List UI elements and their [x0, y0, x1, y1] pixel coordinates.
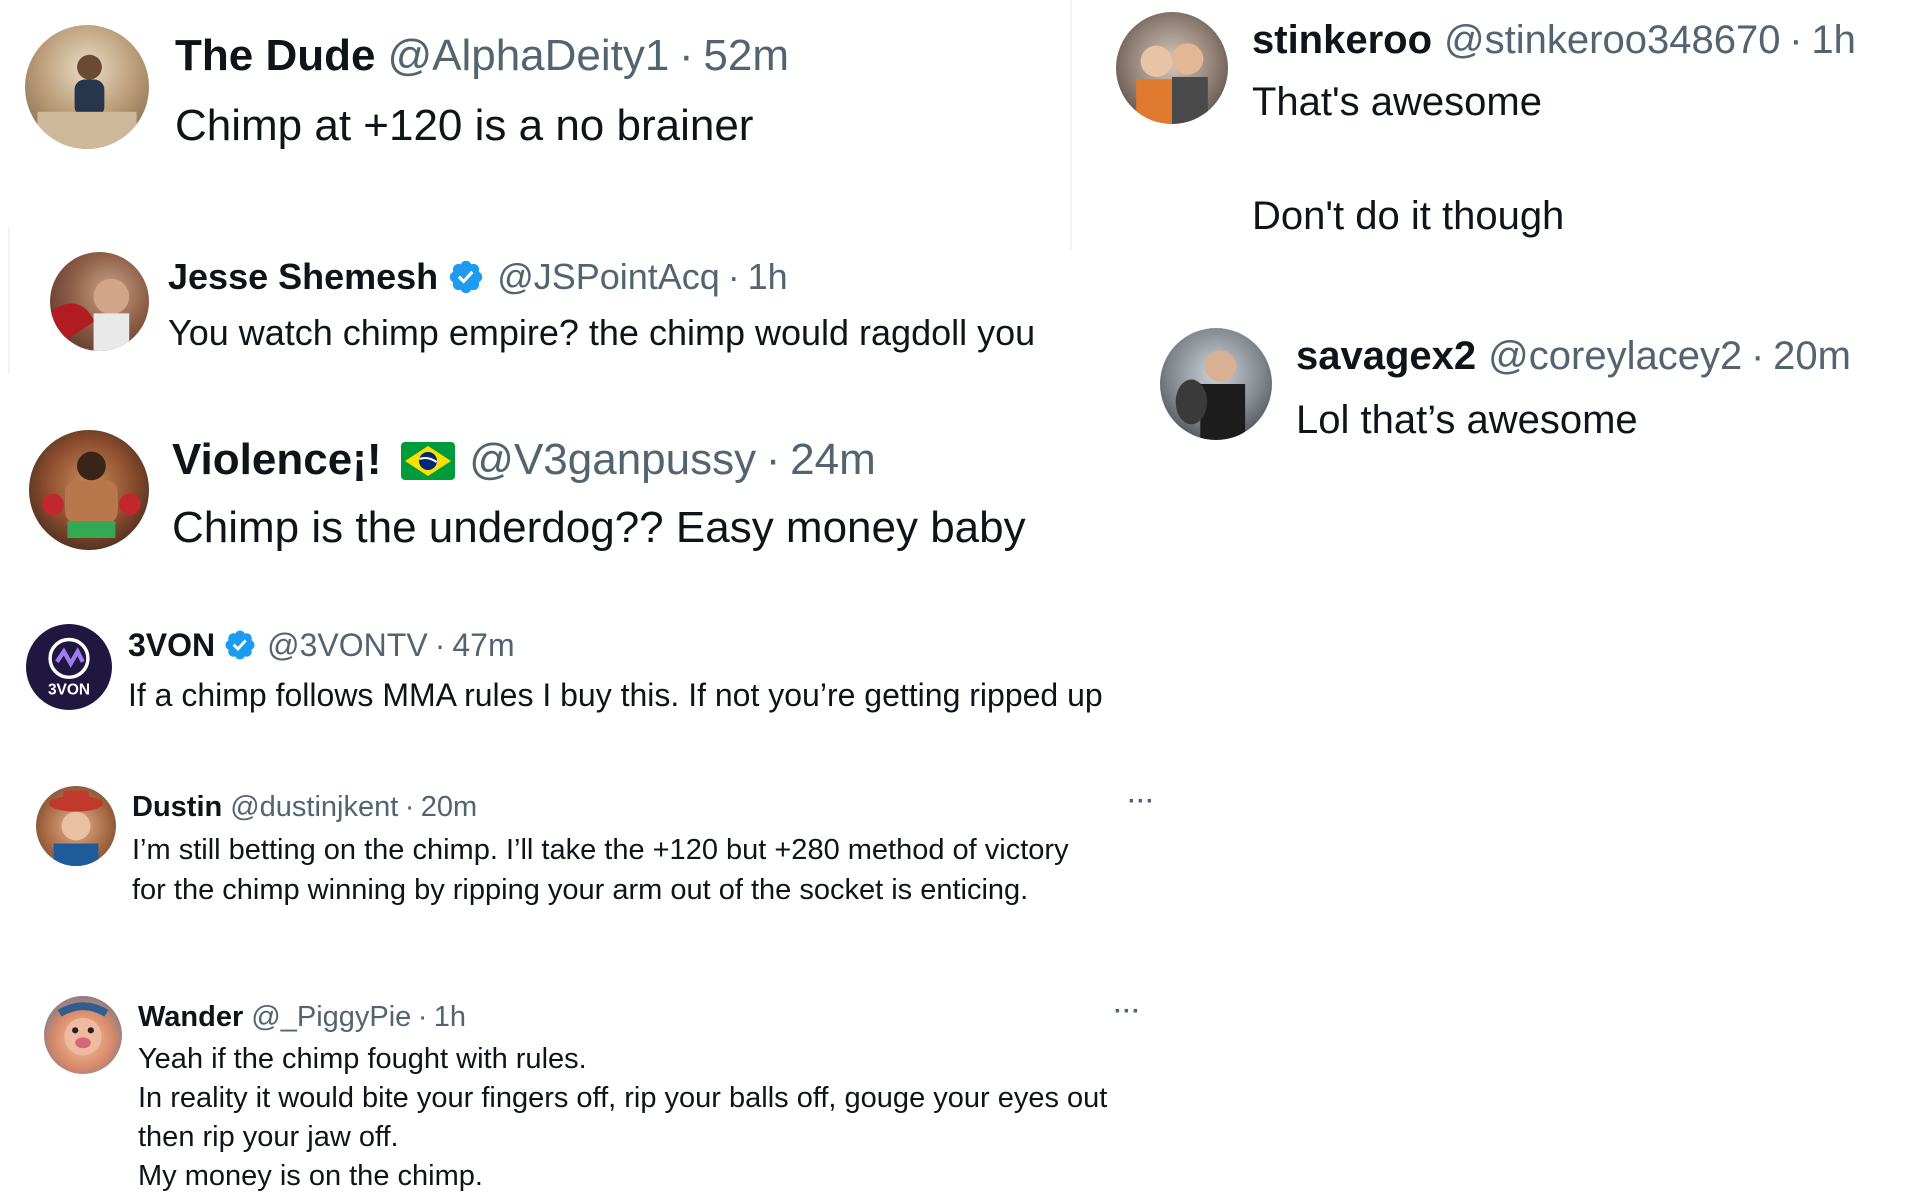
user-handle[interactable]: @dustinjkent: [230, 791, 398, 824]
timestamp[interactable]: 20m: [1773, 334, 1851, 379]
verified-badge-icon: [223, 628, 257, 662]
separator-dot: ·: [417, 1000, 428, 1033]
avatar[interactable]: [36, 786, 116, 866]
tweet-text-line: Lol that’s awesome: [1296, 398, 1638, 442]
separator-dot: ·: [765, 435, 781, 484]
user-handle[interactable]: @stinkeroo348670: [1444, 18, 1780, 63]
display-name[interactable]: Wander: [138, 1001, 243, 1034]
user-handle[interactable]: @AlphaDeity1: [387, 31, 669, 81]
tweet-text-line: In reality it would bite your fingers of…: [138, 1082, 1108, 1114]
display-name[interactable]: Violence¡!: [172, 435, 381, 485]
tweet-text: You watch chimp empire? the chimp would …: [168, 310, 1035, 356]
tweet-text: I’m still betting on the chimp. I’ll tak…: [132, 830, 1069, 910]
timestamp[interactable]: 1h: [748, 256, 788, 298]
avatar[interactable]: [44, 996, 122, 1074]
tweet-text: Chimp is the underdog?? Easy money baby: [172, 500, 1026, 556]
separator-dot: ·: [679, 31, 694, 80]
user-handle[interactable]: @JSPointAcq: [497, 256, 720, 298]
tweet-text-line: Don't do it though: [1252, 194, 1565, 238]
tweet-text-line: My money is on the chimp.: [138, 1160, 483, 1192]
avatar[interactable]: [29, 430, 149, 550]
tweet-text-line: for the chimp winning by ripping your ar…: [132, 874, 1029, 906]
avatar[interactable]: [1116, 12, 1228, 124]
avatar-logo-text: 3VON: [48, 682, 90, 699]
timestamp[interactable]: 1h: [1811, 18, 1856, 63]
timestamp[interactable]: 24m: [790, 435, 876, 485]
separator-dot: ·: [1751, 333, 1765, 378]
avatar[interactable]: [50, 252, 149, 351]
timestamp[interactable]: 1h: [434, 1001, 466, 1034]
display-name[interactable]: stinkeroo: [1252, 18, 1432, 63]
timestamp[interactable]: 52m: [703, 31, 789, 81]
tweet-text-line: If a chimp follows MMA rules I buy this.…: [128, 677, 1103, 713]
avatar[interactable]: [25, 25, 149, 149]
more-options-icon[interactable]: ···: [1128, 788, 1155, 816]
separator-dot: ·: [434, 626, 446, 663]
tweet-text: Chimp at +120 is a no brainer: [175, 98, 753, 154]
tweet-text-line: Chimp at +120 is a no brainer: [175, 101, 754, 150]
tweet-text: Lol that’s awesome: [1296, 394, 1638, 446]
user-handle[interactable]: @3VONTV: [267, 627, 428, 664]
tweet-text-line: That's awesome: [1252, 80, 1542, 124]
verified-badge-icon: [447, 258, 485, 296]
display-name[interactable]: The Dude: [175, 31, 375, 81]
display-name[interactable]: savagex2: [1296, 334, 1476, 379]
brazil-flag-icon: [401, 441, 456, 480]
display-name[interactable]: Dustin: [132, 791, 222, 824]
tweet-text: Don't do it though: [1252, 190, 1564, 242]
tweet-text-line: then rip your jaw off.: [138, 1121, 399, 1153]
column-divider: [1070, 0, 1072, 250]
more-options-icon[interactable]: ···: [1114, 998, 1141, 1026]
tweet-text-line: You watch chimp empire? the chimp would …: [168, 312, 1036, 353]
user-handle[interactable]: @_PiggyPie: [251, 1001, 411, 1034]
user-handle[interactable]: @V3ganpussy: [469, 435, 756, 485]
column-divider-left: [8, 228, 10, 373]
avatar[interactable]: [1160, 328, 1272, 440]
avatar[interactable]: 3VON: [26, 624, 112, 710]
separator-dot: ·: [404, 790, 415, 823]
tweet-text-line: Yeah if the chimp fought with rules.: [138, 1043, 587, 1075]
tweet-text: That's awesome: [1252, 76, 1542, 128]
display-name[interactable]: 3VON: [128, 627, 215, 664]
timestamp[interactable]: 20m: [421, 791, 477, 824]
tweet-text-line: I’m still betting on the chimp. I’ll tak…: [132, 834, 1069, 866]
separator-dot: ·: [727, 256, 740, 297]
tweet-text-line: Chimp is the underdog?? Easy money baby: [172, 503, 1026, 552]
timestamp[interactable]: 47m: [452, 627, 514, 664]
separator-dot: ·: [1789, 17, 1803, 62]
tweet-text: If a chimp follows MMA rules I buy this.…: [128, 674, 1103, 716]
display-name[interactable]: Jesse Shemesh: [168, 256, 438, 298]
tweet-text: Yeah if the chimp fought with rules. In …: [138, 1040, 1107, 1196]
user-handle[interactable]: @coreylacey2: [1488, 334, 1742, 379]
